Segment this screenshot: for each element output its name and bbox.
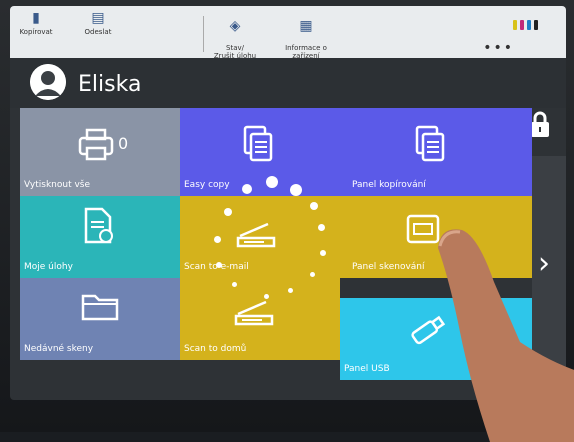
tile-label: Easy copy <box>184 180 230 190</box>
device-frame: ▮ Kopírovat ▤ Odeslat ◈ Stav/ Zrušit úlo… <box>0 0 574 442</box>
copy-label: Kopírovat <box>19 28 53 36</box>
tile-my-jobs[interactable]: Moje úlohy <box>20 196 180 278</box>
user-icon <box>30 64 66 100</box>
user-bar: Eliska <box>10 58 566 137</box>
avatar[interactable] <box>30 64 66 100</box>
user-name: Eliska <box>78 72 142 97</box>
device-info-button[interactable]: ▦ Informace o zařízení <box>276 10 336 60</box>
copy-icon: ▮ <box>32 10 40 26</box>
tile-print-all[interactable]: 0 Vytisknout vše <box>20 108 180 196</box>
top-bar: ▮ Kopírovat ▤ Odeslat ◈ Stav/ Zrušit úlo… <box>10 6 566 60</box>
copy-documents-icon <box>243 125 273 162</box>
tile-label: Nedávné skeny <box>24 344 94 354</box>
toner-levels <box>513 20 538 30</box>
tile-label: Panel kopírování <box>352 180 426 190</box>
send-label: Odeslat <box>84 28 112 36</box>
toner-yellow <box>513 20 517 30</box>
printer-icon <box>78 128 114 161</box>
tile-scan-to-email[interactable]: Scan to e-mail <box>180 196 348 278</box>
tile-easy-copy[interactable]: Easy copy <box>180 108 348 196</box>
tile-label: Moje úlohy <box>24 262 73 272</box>
scanner-icon <box>236 222 276 248</box>
send-icon: ▤ <box>91 10 105 26</box>
lock-icon[interactable] <box>530 110 550 138</box>
job-status-icon: ◈ <box>229 18 241 34</box>
toner-magenta <box>520 20 524 30</box>
device-info-icon: ▦ <box>299 18 313 34</box>
tile-label: Vytisknout vše <box>24 180 91 190</box>
scanner-icon <box>234 300 274 326</box>
tile-label: Panel USB <box>344 364 390 374</box>
toner-black <box>534 20 538 30</box>
send-button[interactable]: ▤ Odeslat <box>80 10 116 36</box>
divider <box>203 16 204 52</box>
job-document-icon <box>84 207 113 244</box>
tile-scan-to-home[interactable]: Scan to domů <box>180 278 340 360</box>
job-status-button[interactable]: ◈ Stav/ Zrušit úlohu <box>210 10 260 60</box>
print-count: 0 <box>118 134 129 153</box>
more-button[interactable]: ••• <box>483 40 514 56</box>
copy-documents-icon <box>415 125 445 162</box>
copy-button[interactable]: ▮ Kopírovat <box>16 10 56 36</box>
finger-overlay <box>438 229 574 442</box>
tile-recent-scans[interactable]: Nedávné skeny <box>20 278 180 360</box>
tile-label: Panel skenování <box>352 262 425 272</box>
toner-cyan <box>527 20 531 30</box>
tile-label: Scan to domů <box>184 344 247 354</box>
tile-panel-copy[interactable]: Panel kopírování <box>348 108 532 196</box>
folder-icon <box>81 294 119 321</box>
